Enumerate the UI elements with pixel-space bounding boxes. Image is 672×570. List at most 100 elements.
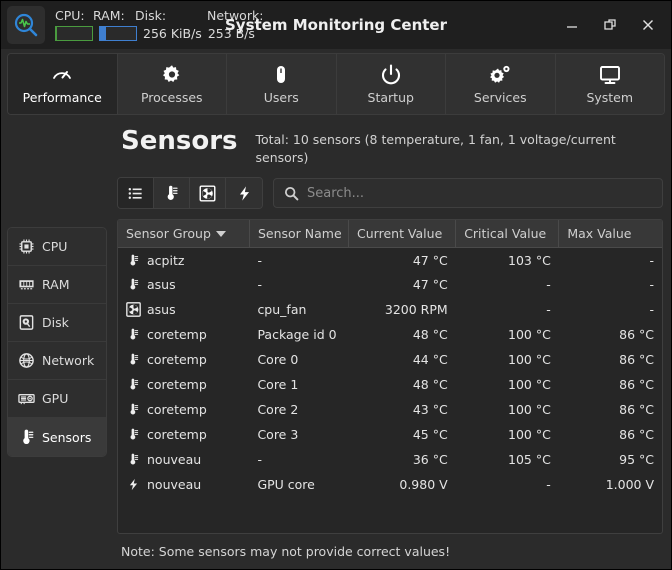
globe-icon (17, 352, 35, 369)
sidebar-item-cpu[interactable]: CPU (8, 228, 106, 266)
table-row[interactable]: asus - 47 °C - - (118, 272, 662, 297)
table-row[interactable]: coretemp Core 3 45 °C 100 °C 86 °C (118, 422, 662, 447)
column-header-max-value[interactable]: Max Value (558, 220, 662, 248)
tab-users[interactable]: Users (227, 54, 337, 114)
sensor-group-label: acpitz (147, 252, 185, 268)
cell-current-value: 48 °C (412, 327, 448, 343)
cell-max-value: 86 °C (619, 352, 654, 368)
sidebar-item-label: GPU (42, 391, 69, 406)
sensor-group-label: nouveau (147, 477, 202, 493)
sidebar-item-sensors[interactable]: Sensors (8, 418, 106, 456)
tab-startup[interactable]: Startup (336, 54, 446, 114)
sidebar-item-label: Sensors (42, 429, 92, 445)
sidebar-item-ram[interactable]: RAM (8, 266, 106, 304)
table-row[interactable]: coretemp Core 2 43 °C 100 °C 86 °C (118, 397, 662, 422)
monitor-icon (598, 63, 622, 87)
sensor-group-label: coretemp (147, 327, 207, 343)
cell-critical-value: 100 °C (508, 427, 551, 443)
tab-processes[interactable]: Processes (117, 54, 227, 114)
table-row[interactable]: coretemp Core 1 48 °C 100 °C 86 °C (118, 372, 662, 397)
table-row[interactable]: asus cpu_fan 3200 RPM - - (118, 297, 662, 322)
cell-current-value: 36 °C (412, 452, 448, 468)
cell-current-value: 0.980 V (399, 477, 448, 493)
cell-critical-value: 100 °C (508, 377, 551, 393)
table-header-row: Sensor Group Sensor Name Current Value C… (118, 220, 662, 248)
table-row[interactable]: acpitz - 47 °C 103 °C - (118, 247, 662, 272)
cell-critical-value: 100 °C (508, 327, 551, 343)
title-bar: CPU: RAM: Disk: Network: 256 KiB/s 253 B… (1, 1, 671, 49)
sidebar-item-label: Network (42, 353, 95, 368)
sidebar-item-gpu[interactable]: GPU (8, 380, 106, 418)
tab-label: Performance (22, 90, 102, 105)
thermometer-icon (17, 429, 35, 446)
sidebar-item-label: RAM (42, 277, 70, 292)
mouse-icon (269, 63, 293, 87)
column-header-sensor-group[interactable]: Sensor Group (118, 220, 250, 248)
cpu-label: CPU: (55, 8, 85, 24)
table-header: Sensor Group Sensor Name Current Value C… (118, 220, 662, 248)
sensor-group-label: coretemp (147, 377, 207, 393)
filter-fan-button[interactable] (190, 178, 226, 209)
network-label: Network: (207, 8, 264, 24)
minimize-button[interactable] (553, 5, 591, 45)
cell-current-value: 45 °C (412, 427, 448, 443)
table-row[interactable]: nouveau GPU core 0.980 V - 1.000 V (118, 472, 662, 497)
cell-sensor-name: GPU core (257, 477, 315, 493)
cell-current-value: 47 °C (412, 277, 448, 293)
filter-voltage-button[interactable] (226, 178, 262, 209)
column-label: Sensor Group (126, 226, 211, 241)
cell-critical-value: - (546, 477, 551, 493)
cell-critical-value: 100 °C (508, 352, 551, 368)
table-row[interactable]: coretemp Package id 0 48 °C 100 °C 86 °C (118, 322, 662, 347)
table-row[interactable]: coretemp Core 0 44 °C 100 °C 86 °C (118, 347, 662, 372)
cell-sensor-group: coretemp (118, 397, 249, 422)
network-rate-value: 253 B/s (207, 26, 255, 41)
tab-label: Services (473, 90, 527, 105)
ram-usage-meter (99, 26, 137, 42)
sidebar-list: CPU RAM Disk Network GPU Sensors (7, 227, 107, 457)
cell-max-value: 86 °C (619, 377, 654, 393)
thermometer-icon (126, 277, 141, 292)
cell-sensor-name: Core 0 (257, 352, 299, 368)
cell-critical-value: - (546, 302, 551, 318)
cell-max-value: - (649, 277, 654, 293)
column-header-critical-value[interactable]: Critical Value (455, 220, 560, 248)
sidebar-item-label: Disk (42, 315, 69, 330)
sensors-table-frame: Sensor Group Sensor Name Current Value C… (117, 219, 663, 534)
cell-sensor-name: Package id 0 (257, 327, 337, 343)
cell-sensor-name: Core 1 (257, 377, 299, 393)
column-header-current-value[interactable]: Current Value (348, 220, 457, 248)
search-input[interactable] (307, 185, 652, 201)
sidebar-item-network[interactable]: Network (8, 342, 106, 380)
tab-performance[interactable]: Performance (8, 54, 118, 114)
magnifier-waveform-icon (13, 12, 39, 38)
cell-sensor-group: coretemp (118, 422, 249, 447)
tab-services[interactable]: Services (446, 54, 556, 114)
cell-sensor-name: - (257, 277, 262, 293)
tab-label: Startup (367, 90, 414, 105)
cell-current-value: 48 °C (412, 377, 448, 393)
cell-sensor-group: coretemp (118, 347, 249, 372)
thermometer-icon (126, 253, 141, 268)
column-header-sensor-name[interactable]: Sensor Name (249, 220, 350, 248)
thermometer-icon (126, 402, 141, 417)
sidebar-item-disk[interactable]: Disk (8, 304, 106, 342)
restore-button[interactable] (591, 5, 629, 45)
thermometer-icon (163, 185, 180, 202)
cell-current-value: 3200 RPM (384, 302, 448, 318)
cell-sensor-name: - (257, 252, 262, 268)
close-button[interactable] (629, 5, 667, 45)
page-header: Sensors Total: 10 sensors (8 temperature… (117, 121, 663, 177)
filter-temperature-button[interactable] (154, 178, 190, 209)
table-row[interactable]: nouveau - 36 °C 105 °C 95 °C (118, 447, 662, 472)
sensor-group-label: asus (147, 277, 176, 293)
search-container[interactable] (273, 178, 663, 209)
cell-sensor-name: Core 2 (257, 402, 299, 418)
window-controls (553, 5, 671, 45)
thermometer-icon (126, 327, 141, 342)
gauge-icon (50, 63, 74, 87)
filter-button-group (117, 177, 263, 210)
sensor-group-label: coretemp (147, 402, 207, 418)
tab-system[interactable]: System (555, 54, 664, 114)
filter-all-button[interactable] (118, 178, 154, 209)
